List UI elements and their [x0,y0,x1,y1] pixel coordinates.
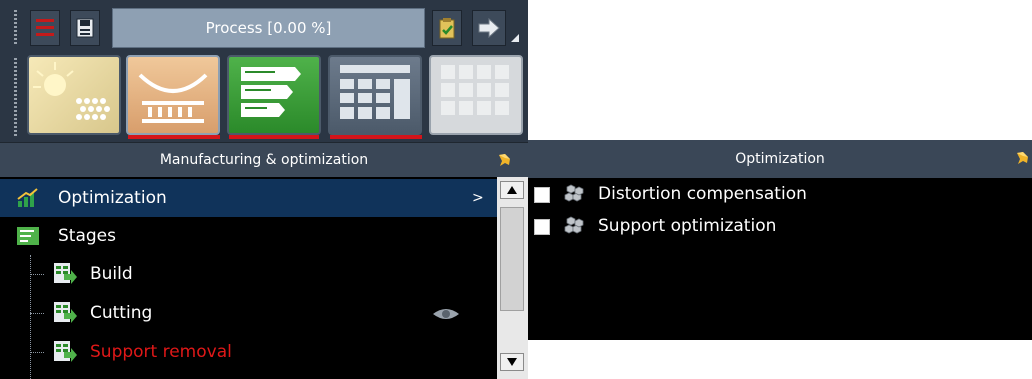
scroll-down-button[interactable] [500,353,524,371]
light-exposure-icon [33,62,110,120]
clipboard-check-icon [439,18,455,39]
step-calculation-indicator [330,135,422,139]
submenu-indicator: > [472,190,484,206]
distortion-compensation-label: Distortion compensation [598,184,807,204]
menu-button[interactable] [30,10,60,46]
caret-down-icon [507,358,517,366]
menu-icon [36,19,54,36]
manufacturing-panel-header: Manufacturing & optimization [0,142,528,177]
tree-item-stages[interactable]: Stages [0,217,497,255]
support-optimization-checkbox[interactable] [534,219,550,235]
tree-item-build-label: Build [90,264,133,284]
stage-sheet-icon [54,341,77,362]
process-step-row [22,55,528,140]
manufacturing-tree: Optimization > Stages Build Cutting Supp… [0,177,497,379]
save-button[interactable] [70,10,100,46]
tree-item-build[interactable]: Build [0,255,497,293]
option-distortion-compensation[interactable]: Distortion compensation [534,180,1014,210]
pin-icon[interactable] [1014,150,1030,166]
scroll-up-button[interactable] [500,181,524,199]
save-icon [76,18,94,38]
tree-branch-line [30,274,44,276]
step-build-platform[interactable] [126,55,220,135]
step-exposure[interactable] [27,55,121,135]
grid-disabled-icon [441,65,509,115]
eye-visibility-icon[interactable] [432,306,460,322]
build-platform-icon [138,73,208,123]
manufacturing-panel: Process [0.00 %] Manufacturing & optimiz… [0,0,528,379]
tree-branch-line [30,313,44,315]
process-progress-label: Process [0.00 %] [205,19,332,37]
option-support-optimization[interactable]: Support optimization [534,212,1014,242]
stage-sheet-icon [54,263,77,284]
scroll-thumb[interactable] [500,207,524,311]
next-step-button[interactable] [472,10,506,46]
distortion-compensation-checkbox[interactable] [534,187,550,203]
stages-list-icon [17,227,39,245]
arrow-right-icon [478,17,500,39]
calculator-icon [340,65,410,119]
steps-grip[interactable] [14,58,17,138]
tree-item-optimization[interactable]: Optimization > [0,179,497,217]
support-optimization-label: Support optimization [598,216,777,236]
cubes-icon [564,184,584,202]
manufacturing-panel-title: Manufacturing & optimization [159,152,369,168]
optimization-panel: Optimization Distortion compensation Sup… [528,140,1032,340]
caret-up-icon [507,186,517,194]
optimization-panel-header: Optimization [528,140,1032,178]
stages-icon [241,67,301,117]
toolbar-grip[interactable] [14,10,17,46]
tree-item-support-removal-label: Support removal [90,342,232,362]
tree-item-support-removal[interactable]: Support removal [0,333,497,371]
tree-item-cutting[interactable]: Cutting [0,294,497,332]
process-progress-button[interactable]: Process [0.00 %] [112,8,425,48]
tree-item-cutting-label: Cutting [90,303,153,323]
cubes-icon [564,216,584,234]
dropdown-corner-icon[interactable] [511,34,519,42]
step-stages[interactable] [227,55,321,135]
stage-sheet-icon [54,302,77,323]
validate-button[interactable] [432,10,462,46]
process-toolbar: Process [0.00 %] [0,0,528,52]
tree-scrollbar[interactable] [497,177,528,379]
step-output[interactable] [429,55,523,135]
step-calculation[interactable] [328,55,422,135]
step-stages-indicator [229,135,319,139]
tree-item-optimization-label: Optimization [58,188,167,208]
optimization-panel-title: Optimization [735,151,825,167]
tree-branch-line [30,352,44,354]
tree-item-stages-label: Stages [58,226,116,246]
pin-icon[interactable] [496,152,512,168]
step-build-platform-indicator [128,135,220,139]
optimization-chart-icon [17,188,38,207]
